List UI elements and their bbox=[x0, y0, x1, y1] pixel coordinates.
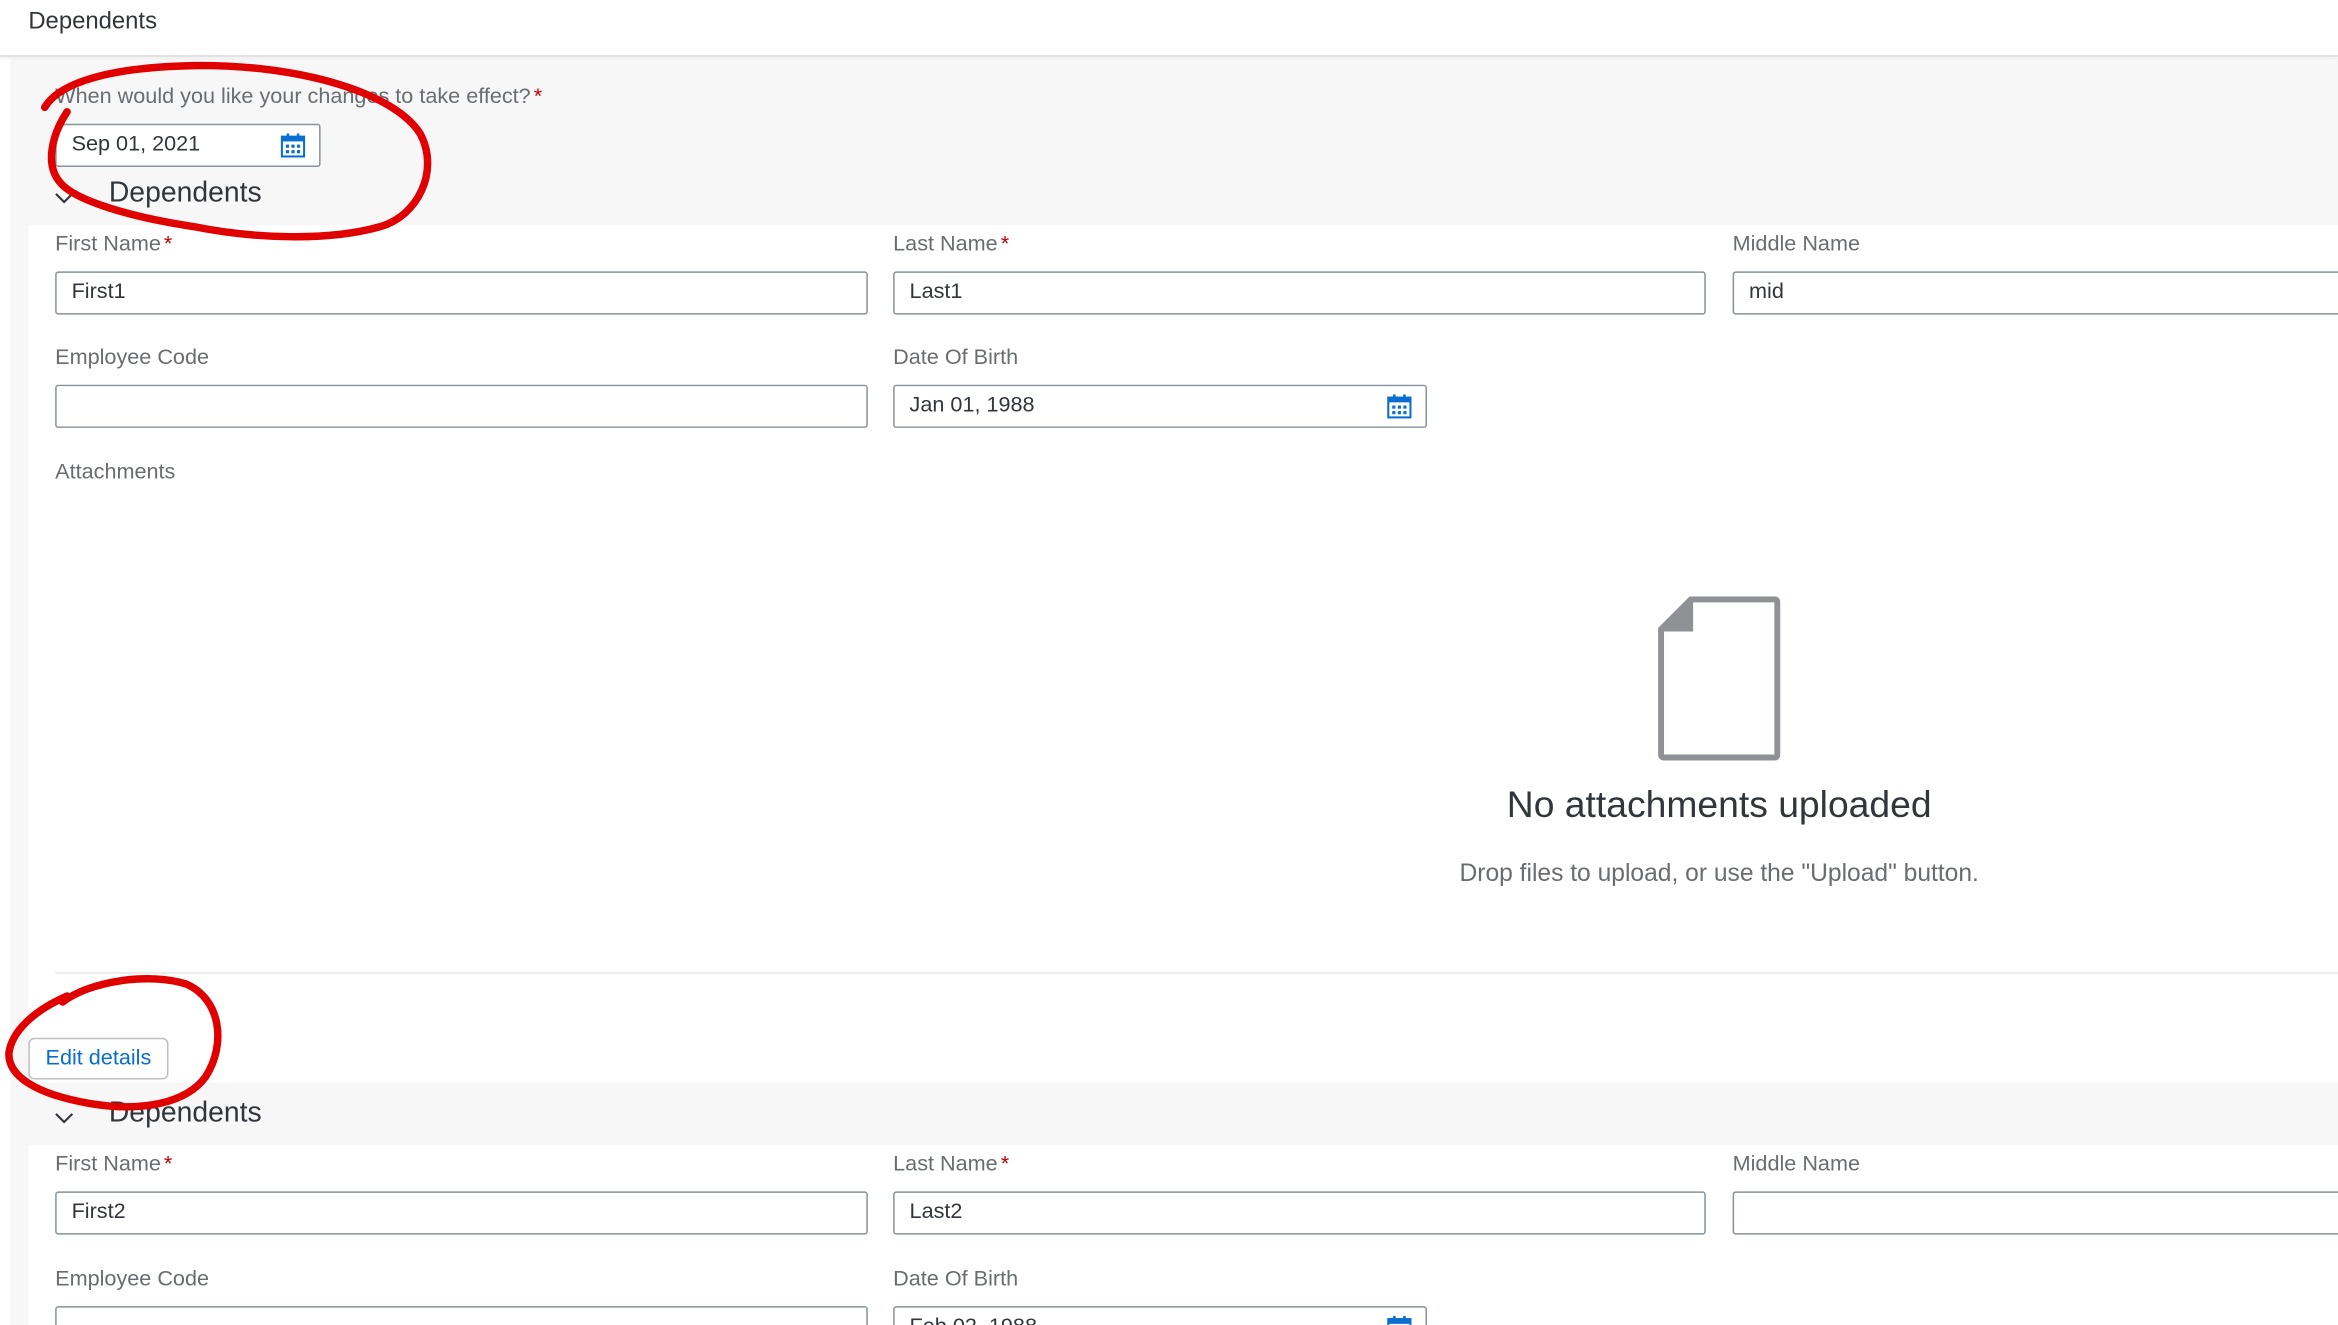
section-title: Dependents bbox=[108, 1097, 262, 1129]
dependents-section-header-1[interactable]: Dependents bbox=[54, 174, 650, 225]
last-name-label: Last Name * bbox=[893, 233, 1009, 257]
middle-name-input[interactable]: mid bbox=[1732, 271, 2338, 315]
first-name-label-text: First Name bbox=[55, 1152, 161, 1177]
effective-date-label-text: When would you like your changes to take… bbox=[55, 84, 531, 109]
calendar-icon[interactable] bbox=[1387, 1315, 1412, 1325]
middle-name-label: Middle Name bbox=[1732, 232, 1860, 257]
required-asterisk: * bbox=[533, 84, 543, 109]
middle-name-input[interactable] bbox=[1732, 1191, 2338, 1235]
required-asterisk: * bbox=[163, 1152, 173, 1177]
chevron-down-icon[interactable] bbox=[54, 1108, 75, 1129]
dependents-section-header-2[interactable]: Dependents bbox=[54, 1094, 650, 1145]
first-name-input[interactable]: First1 bbox=[55, 271, 868, 315]
chevron-down-icon[interactable] bbox=[54, 188, 75, 209]
effective-date-label: When would you like your changes to take… bbox=[55, 85, 542, 109]
last-name-label: Last Name * bbox=[893, 1153, 1009, 1177]
middle-name-label: Middle Name bbox=[1732, 1152, 1860, 1177]
last-name-value: Last2 bbox=[909, 1200, 963, 1225]
date-of-birth-value: Jan 01, 1988 bbox=[909, 393, 1035, 418]
first-name-input[interactable]: First2 bbox=[55, 1191, 868, 1235]
edit-details-button[interactable]: Edit details bbox=[28, 1037, 169, 1080]
required-asterisk: * bbox=[1000, 1152, 1010, 1177]
last-name-input[interactable]: Last2 bbox=[893, 1191, 1706, 1235]
required-asterisk: * bbox=[1000, 232, 1010, 257]
effective-date-picker[interactable]: Sep 01, 2021 bbox=[55, 123, 321, 167]
page-header: Dependents bbox=[0, 0, 2338, 57]
date-of-birth-value: Feb 02, 1988 bbox=[910, 1315, 1037, 1325]
required-asterisk: * bbox=[163, 232, 173, 257]
date-of-birth-label: Date Of Birth bbox=[893, 1267, 1019, 1292]
effective-date-value: Sep 01, 2021 bbox=[71, 132, 201, 157]
last-name-label-text: Last Name bbox=[893, 232, 998, 257]
no-attachments-subtitle: Drop files to upload, or use the "Upload… bbox=[1459, 860, 1979, 888]
last-name-label-text: Last Name bbox=[893, 1152, 998, 1177]
employee-code-input[interactable] bbox=[55, 1306, 868, 1325]
employee-code-label: Employee Code bbox=[55, 1267, 210, 1292]
date-of-birth-label: Date Of Birth bbox=[893, 345, 1019, 370]
dependent-panel-1 bbox=[28, 225, 2338, 1083]
first-name-value: First2 bbox=[71, 1200, 126, 1225]
dependent-panel-2 bbox=[28, 1145, 2338, 1325]
first-name-value: First1 bbox=[71, 280, 126, 305]
first-name-label: First Name * bbox=[55, 1153, 172, 1177]
calendar-icon[interactable] bbox=[280, 133, 306, 158]
middle-name-value: mid bbox=[1749, 280, 1784, 305]
first-name-label: First Name * bbox=[55, 233, 172, 257]
section-title: Dependents bbox=[108, 177, 262, 209]
date-of-birth-picker[interactable]: Jan 01, 1988 bbox=[893, 384, 1427, 428]
attachments-label: Attachments bbox=[55, 460, 176, 485]
document-icon bbox=[1658, 596, 1781, 761]
last-name-value: Last1 bbox=[909, 280, 963, 305]
employee-code-label: Employee Code bbox=[55, 345, 210, 370]
date-of-birth-picker[interactable]: Feb 02, 1988 bbox=[893, 1306, 1427, 1325]
calendar-icon[interactable] bbox=[1387, 394, 1412, 419]
first-name-label-text: First Name bbox=[55, 232, 161, 257]
no-attachments-title: No attachments uploaded bbox=[1506, 784, 1932, 827]
last-name-input[interactable]: Last1 bbox=[893, 271, 1706, 315]
page-title: Dependents bbox=[28, 8, 158, 35]
divider bbox=[55, 972, 2338, 974]
employee-code-input[interactable] bbox=[55, 384, 868, 428]
